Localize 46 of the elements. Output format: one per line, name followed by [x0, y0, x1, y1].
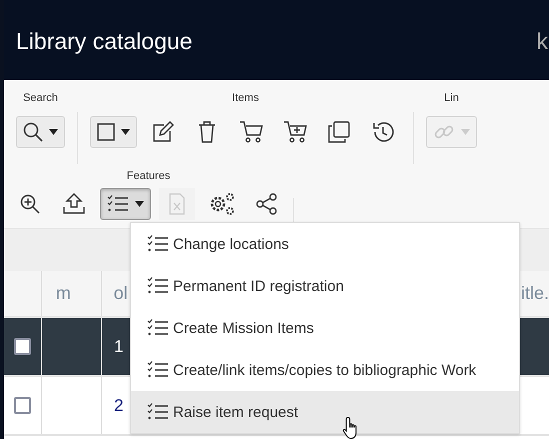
checklist-icon [147, 403, 169, 421]
group-label: Items [232, 91, 259, 106]
menu-item[interactable]: Raise item request [131, 391, 519, 433]
group-label: Lin [444, 91, 459, 106]
menu-item-label: Permanent ID registration [173, 278, 344, 294]
search-icon [23, 122, 43, 142]
cart-plus-icon [283, 121, 307, 143]
dropdown-button[interactable] [100, 188, 151, 220]
row-checkbox[interactable] [14, 397, 31, 414]
app-title: Library catalogue [16, 28, 192, 54]
menu-item-label: Create/link items/copies to bibliographic Work [173, 362, 476, 378]
caret-icon [135, 201, 144, 207]
checklist-icon [147, 361, 169, 379]
table-cell: 1 [114, 336, 124, 356]
caret-icon [461, 129, 470, 135]
copy-icon [328, 121, 350, 143]
menu-item-label: Raise item request [173, 404, 298, 420]
caret-icon [49, 129, 58, 135]
menu-item[interactable]: Permanent ID registration [131, 265, 519, 307]
upload-icon [63, 193, 85, 215]
checklist-icon [147, 277, 169, 295]
caret-icon [121, 129, 130, 135]
history-icon [372, 121, 394, 143]
share-icon [256, 193, 278, 215]
spreadsheet-icon [169, 193, 185, 215]
checklist-icon [147, 235, 169, 253]
trash-icon [198, 121, 216, 143]
gears-icon [209, 192, 235, 216]
menu-item[interactable]: Change locations [131, 223, 519, 265]
cart-icon [239, 121, 263, 143]
menu-item[interactable]: Create/link items/copies to bibliographic Work [131, 349, 519, 391]
menu-item-label: Create Mission Items [173, 320, 314, 336]
edit-icon [152, 121, 174, 143]
checklist-icon [147, 319, 169, 337]
square-icon [97, 123, 115, 141]
dropdown-button[interactable] [90, 116, 137, 148]
menu-item-label: Change locations [173, 236, 289, 252]
dropdown-button[interactable] [16, 116, 65, 148]
group-label: Features [126, 169, 170, 184]
table-cell: 2 [114, 396, 124, 416]
zoom-in-icon [20, 194, 40, 214]
menu-item[interactable]: Create Mission Items [131, 307, 519, 349]
group-label: Search [23, 91, 58, 106]
checklist-icon [107, 195, 129, 213]
row-checkbox[interactable] [14, 338, 31, 355]
header-text: k [536, 28, 548, 54]
